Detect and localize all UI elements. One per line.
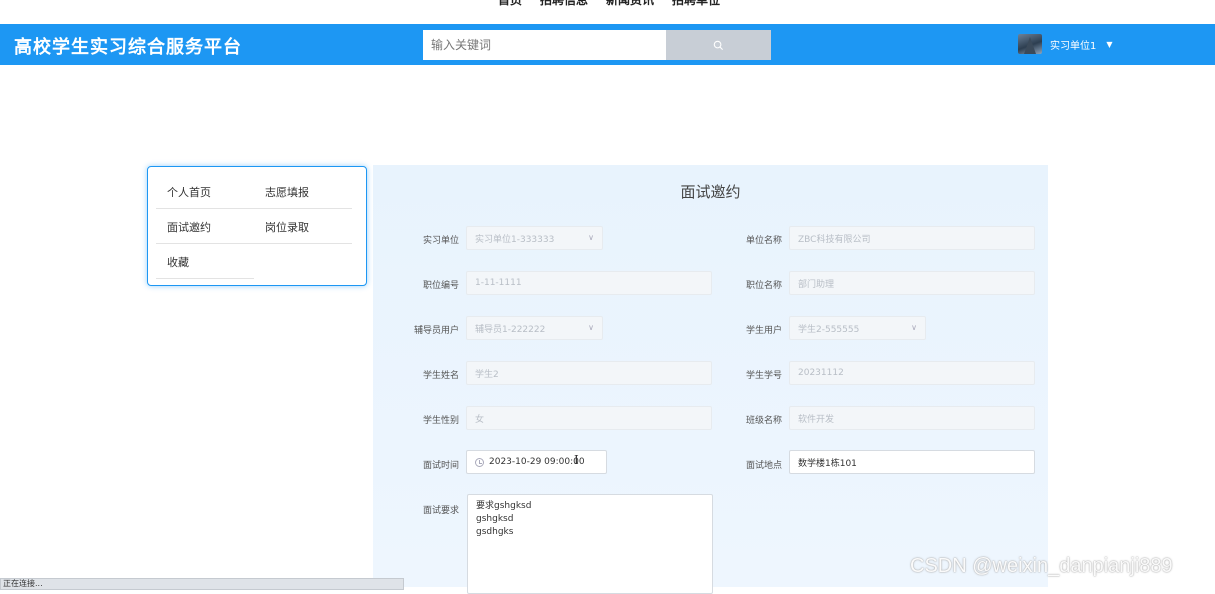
chevron-down-icon: ∨: [911, 323, 917, 332]
student-no-field[interactable]: 20231112: [789, 361, 1035, 385]
menu-item-interview-invite[interactable]: 面试邀约: [167, 219, 211, 235]
watermark: CSDN @weixin_danpianji889: [910, 555, 1173, 577]
position-name-value: 部门助理: [798, 279, 835, 290]
student-name-value: 学生2: [475, 369, 499, 380]
chevron-down-icon: ∨: [588, 323, 594, 332]
student-name-field[interactable]: 学生2: [466, 361, 712, 385]
position-no-value: 1-11-1111: [475, 278, 522, 288]
gender-field[interactable]: 女: [466, 406, 712, 430]
student-no-value: 20231112: [798, 368, 844, 378]
company-name-label: 单位名称: [745, 236, 782, 246]
nav-jobs[interactable]: 招聘信息: [540, 0, 588, 8]
chevron-down-icon: ∨: [588, 233, 594, 242]
company-label: 实习单位: [422, 236, 459, 246]
company-value: 实习单位1-333333: [475, 234, 555, 245]
requirements-label: 面试要求: [422, 506, 459, 516]
interview-time-label: 面试时间: [422, 461, 459, 471]
interview-place-value: 数学楼1栋101: [798, 458, 857, 469]
student-user-select[interactable]: 学生2-555555 ∨: [789, 316, 926, 340]
gender-value: 女: [475, 414, 485, 425]
nav-companies[interactable]: 招聘单位: [672, 0, 720, 8]
menu-item-application[interactable]: 志愿填报: [265, 184, 309, 200]
nav-news[interactable]: 新闻资讯: [606, 0, 654, 8]
search-button[interactable]: [666, 30, 771, 60]
search-input[interactable]: [423, 30, 666, 60]
student-no-label: 学生学号: [745, 371, 782, 381]
top-nav: 首页 招聘信息 新闻资讯 招聘单位: [498, 0, 720, 8]
side-menu: 个人首页 志愿填报 面试邀约 岗位录取 收藏: [147, 166, 367, 286]
interview-form-panel: 面试邀约 实习单位 实习单位1-333333 ∨ 单位名称 ZBC科技有限公司 …: [373, 165, 1048, 594]
tutor-label: 辅导员用户: [413, 326, 459, 336]
position-name-field[interactable]: 部门助理: [789, 271, 1035, 295]
tutor-value: 辅导员1-222222: [475, 324, 546, 335]
requirements-textarea[interactable]: 要求gshgksd gshgksd gsdhgks: [467, 494, 713, 594]
interview-place-field[interactable]: 数学楼1栋101: [789, 450, 1035, 474]
menu-divider: [156, 243, 352, 244]
nav-home[interactable]: 首页: [498, 0, 522, 8]
student-user-label: 学生用户: [745, 326, 782, 336]
class-name-value: 软件开发: [798, 414, 835, 425]
avatar: [1018, 34, 1042, 54]
user-name: 实习单位1: [1050, 40, 1097, 52]
menu-divider: [156, 208, 352, 209]
student-name-label: 学生姓名: [422, 371, 459, 381]
interview-time-picker[interactable]: 2023-10-29 09:00:00: [466, 450, 607, 474]
menu-item-favorites[interactable]: 收藏: [167, 254, 189, 270]
position-no-label: 职位编号: [422, 281, 459, 291]
position-no-field[interactable]: 1-11-1111: [466, 271, 712, 295]
header-bar: 高校学生实习综合服务平台 实习单位1 ▼: [0, 24, 1215, 65]
chevron-down-icon: ▼: [1106, 39, 1113, 49]
menu-item-profile[interactable]: 个人首页: [167, 184, 211, 200]
tutor-select[interactable]: 辅导员1-222222 ∨: [466, 316, 603, 340]
user-menu[interactable]: 实习单位1 ▼: [1018, 29, 1113, 59]
interview-place-label: 面试地点: [745, 461, 782, 471]
position-name-label: 职位名称: [745, 281, 782, 291]
gender-label: 学生性别: [422, 416, 459, 426]
company-select[interactable]: 实习单位1-333333 ∨: [466, 226, 603, 250]
class-name-field[interactable]: 软件开发: [789, 406, 1035, 430]
class-name-label: 班级名称: [745, 416, 782, 426]
top-nav-strip: 首页 招聘信息 新闻资讯 招聘单位: [0, 0, 1215, 24]
interview-time-value: 2023-10-29 09:00:00: [489, 457, 585, 467]
form-title: 面试邀约: [680, 183, 741, 201]
menu-divider: [156, 278, 254, 279]
search-icon: [713, 40, 724, 50]
status-bar: 正在连接...: [0, 578, 404, 590]
company-name-field[interactable]: ZBC科技有限公司: [789, 226, 1035, 250]
student-user-value: 学生2-555555: [798, 324, 860, 335]
menu-item-admission[interactable]: 岗位录取: [265, 219, 309, 235]
clock-icon: [475, 457, 484, 467]
site-title: 高校学生实习综合服务平台: [14, 37, 242, 58]
company-name-value: ZBC科技有限公司: [798, 234, 871, 245]
text-cursor-icon: I: [574, 453, 579, 467]
